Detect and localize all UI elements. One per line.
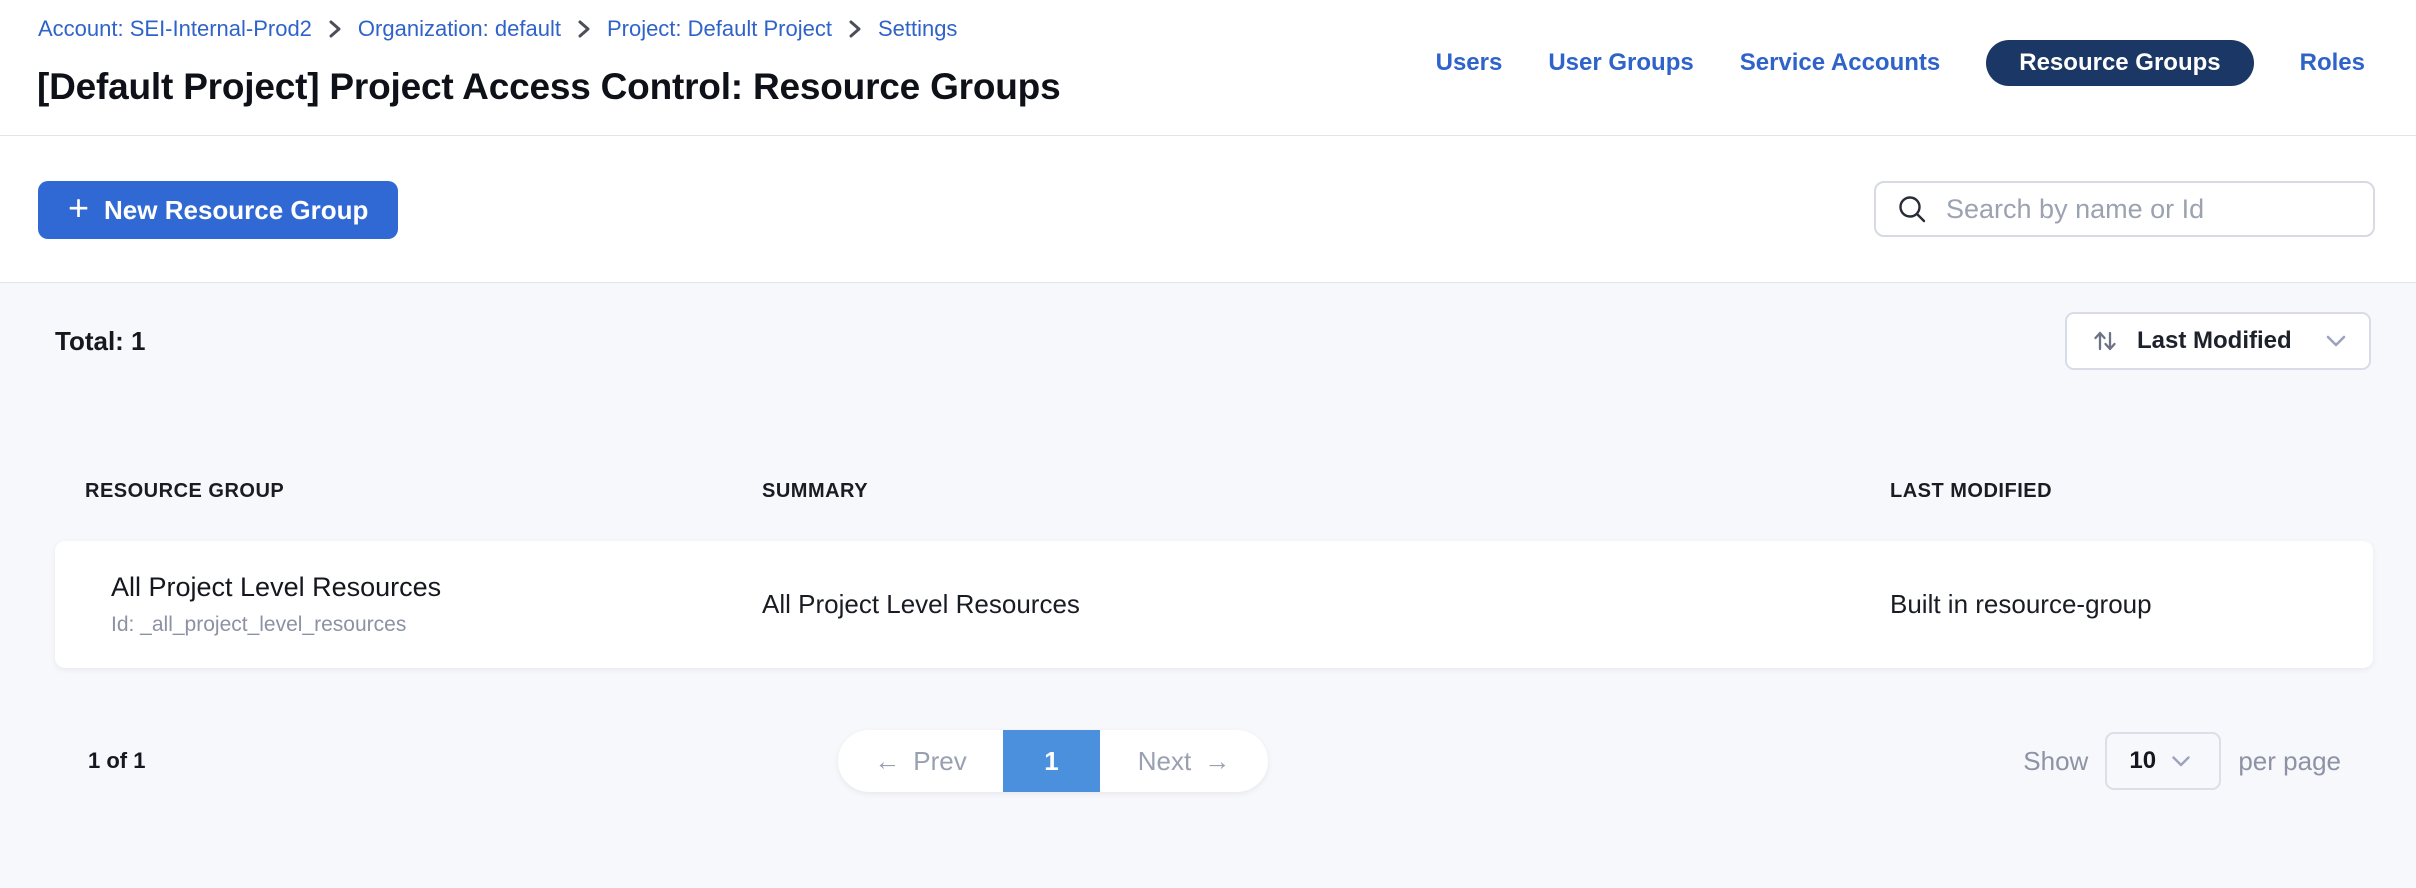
access-control-tabs: Users User Groups Service Accounts Resou… bbox=[1436, 40, 2365, 86]
tab-service-accounts[interactable]: Service Accounts bbox=[1740, 49, 1941, 77]
resource-group-name-cell: All Project Level Resources Id: _all_pro… bbox=[55, 572, 762, 637]
next-page-button[interactable]: Next → bbox=[1100, 730, 1268, 792]
column-header-last-modified: LAST MODIFIED bbox=[1890, 478, 2373, 504]
breadcrumb: Account: SEI-Internal-Prod2 Organization… bbox=[38, 16, 957, 42]
toolbar: + New Resource Group bbox=[0, 136, 2416, 283]
prev-label: Prev bbox=[913, 746, 966, 777]
breadcrumb-settings-link[interactable]: Settings bbox=[878, 16, 958, 42]
search-icon bbox=[1896, 193, 1928, 225]
column-header-resource-group: RESOURCE GROUP bbox=[55, 478, 762, 504]
page-size-value: 10 bbox=[2129, 747, 2156, 775]
chevron-right-icon bbox=[577, 18, 591, 40]
page-header: Account: SEI-Internal-Prod2 Organization… bbox=[0, 0, 2416, 136]
sort-label: Last Modified bbox=[2137, 327, 2307, 355]
new-resource-group-label: New Resource Group bbox=[104, 195, 368, 226]
search-input[interactable] bbox=[1944, 193, 2364, 226]
table-header-row: RESOURCE GROUP SUMMARY LAST MODIFIED bbox=[55, 478, 2373, 504]
resource-groups-page: Account: SEI-Internal-Prod2 Organization… bbox=[0, 0, 2416, 888]
chevron-right-icon bbox=[328, 18, 342, 40]
chevron-down-icon bbox=[2171, 755, 2191, 768]
resource-group-name: All Project Level Resources bbox=[111, 572, 762, 603]
sort-arrows-icon bbox=[2091, 327, 2119, 355]
current-page-button[interactable]: 1 bbox=[1003, 730, 1100, 792]
tab-user-groups[interactable]: User Groups bbox=[1548, 49, 1693, 77]
search-box[interactable] bbox=[1874, 181, 2375, 237]
per-page-label: per page bbox=[2238, 746, 2341, 777]
pagination-row: 1 of 1 ← Prev 1 Next → Show 10 bbox=[0, 730, 2416, 792]
show-label: Show bbox=[2023, 746, 2088, 777]
table-row[interactable]: All Project Level Resources Id: _all_pro… bbox=[55, 541, 2373, 668]
resource-group-id: Id: _all_project_level_resources bbox=[111, 613, 762, 637]
resource-group-summary: All Project Level Resources bbox=[762, 589, 1890, 620]
page-size-control: Show 10 per page bbox=[2023, 730, 2341, 792]
chevron-right-icon bbox=[848, 18, 862, 40]
arrow-right-icon: → bbox=[1204, 746, 1230, 777]
plus-icon: + bbox=[68, 190, 89, 226]
pagination-range: 1 of 1 bbox=[88, 748, 145, 774]
new-resource-group-button[interactable]: + New Resource Group bbox=[38, 181, 398, 239]
breadcrumb-project-link[interactable]: Project: Default Project bbox=[607, 16, 832, 42]
page-size-select[interactable]: 10 bbox=[2105, 732, 2221, 790]
prev-page-button[interactable]: ← Prev bbox=[838, 730, 1003, 792]
arrow-left-icon: ← bbox=[874, 746, 900, 777]
breadcrumb-organization-link[interactable]: Organization: default bbox=[358, 16, 561, 42]
tab-resource-groups[interactable]: Resource Groups bbox=[1986, 40, 2253, 86]
list-controls: Total: 1 Last Modified bbox=[55, 312, 2371, 370]
sort-dropdown[interactable]: Last Modified bbox=[2065, 312, 2371, 370]
next-label: Next bbox=[1138, 746, 1191, 777]
total-count: Total: 1 bbox=[55, 326, 146, 357]
tab-roles[interactable]: Roles bbox=[2300, 49, 2365, 77]
pagination: ← Prev 1 Next → bbox=[838, 730, 1268, 792]
breadcrumb-account-link[interactable]: Account: SEI-Internal-Prod2 bbox=[38, 16, 312, 42]
chevron-down-icon bbox=[2325, 334, 2347, 348]
tab-users[interactable]: Users bbox=[1436, 49, 1503, 77]
resource-group-last-modified: Built in resource-group bbox=[1890, 589, 2373, 620]
column-header-summary: SUMMARY bbox=[762, 478, 1890, 504]
page-title: [Default Project] Project Access Control… bbox=[37, 66, 1060, 108]
list-section: Total: 1 Last Modified RESOURCE GROUP SU… bbox=[0, 283, 2416, 888]
